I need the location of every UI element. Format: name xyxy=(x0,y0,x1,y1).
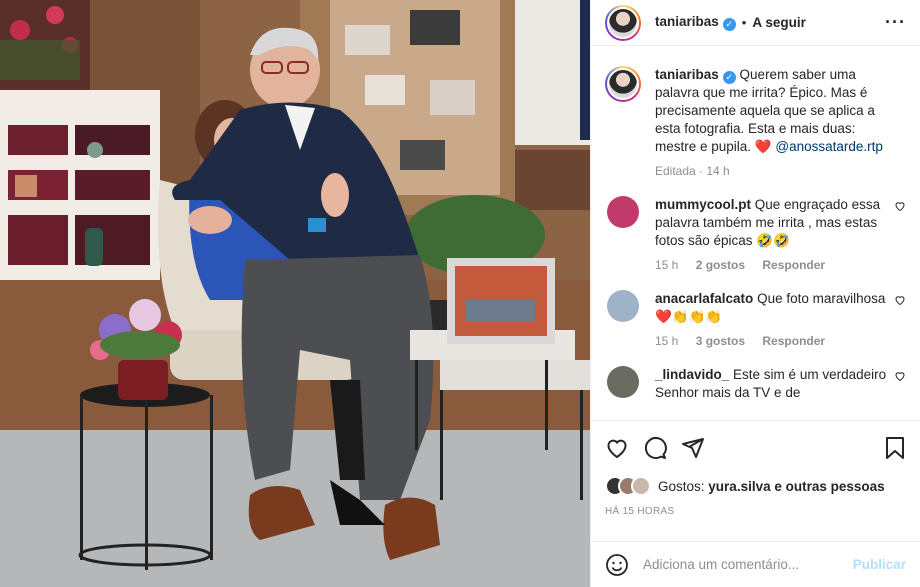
post-modal: taniaribas ✓ • A seguir ··· taniaribas ✓ Q… xyxy=(0,0,920,587)
author-username[interactable]: taniaribas ✓ xyxy=(655,14,736,31)
caption-meta: Editada · 14 h xyxy=(655,164,730,178)
caption-avatar[interactable] xyxy=(605,66,641,102)
more-options-icon[interactable]: ··· xyxy=(885,12,906,33)
comment-heart-icon[interactable] xyxy=(894,200,906,212)
comment-heart-icon[interactable] xyxy=(894,370,906,382)
liker-avatar[interactable] xyxy=(631,476,651,496)
post-photo[interactable] xyxy=(0,0,590,587)
comment-username[interactable]: anacarlafalcato xyxy=(655,291,753,306)
likes-prefix: Gostos: xyxy=(658,478,705,494)
edited-label: Editada xyxy=(655,164,696,178)
post-caption: taniaribas ✓ Querem saber uma palavra que… xyxy=(605,54,906,180)
caption-mention[interactable]: @anossatarde.rtp xyxy=(775,139,883,154)
likes-summary: Gostos: yura.silva e outras pessoas xyxy=(605,476,906,496)
post-timestamp[interactable]: HÁ 15 HORAS xyxy=(605,506,906,517)
verified-badge-icon: ✓ xyxy=(722,71,736,84)
comment-time[interactable]: 15 h xyxy=(655,334,678,348)
comment-icon[interactable] xyxy=(643,436,667,460)
publish-button[interactable]: Publicar xyxy=(853,557,906,572)
action-icons xyxy=(605,435,906,461)
post-image xyxy=(0,0,590,587)
comment-input[interactable]: Adiciona um comentário... xyxy=(643,557,853,572)
edited-time[interactable]: 14 h xyxy=(706,164,729,178)
caption-username[interactable]: taniaribas xyxy=(655,67,719,82)
comment-item: mummycool.pt Que engraçado essa palavra … xyxy=(605,196,906,274)
comment-avatar[interactable] xyxy=(607,196,639,228)
reply-button[interactable]: Responder xyxy=(762,258,825,272)
comment-item: _lindavido_ Este sim é um verdadeiro Sen… xyxy=(605,366,906,402)
author-avatar[interactable] xyxy=(605,4,641,41)
follow-button[interactable]: A seguir xyxy=(752,15,806,30)
comment-likes[interactable]: 3 gostos xyxy=(696,334,745,348)
save-icon[interactable] xyxy=(884,436,906,460)
post-sidebar: taniaribas ✓ • A seguir ··· taniaribas ✓ Q… xyxy=(590,0,920,587)
heart-icon[interactable] xyxy=(605,436,629,460)
post-actions: Gostos: yura.silva e outras pessoas HÁ 1… xyxy=(591,420,920,517)
add-comment-bar: Adiciona um comentário... Publicar xyxy=(591,541,920,587)
author-username-text[interactable]: taniaribas xyxy=(655,14,719,29)
emoji-icon[interactable] xyxy=(605,553,629,577)
comment-avatar[interactable] xyxy=(607,366,639,398)
comment-meta: 15 h 3 gostos Responder xyxy=(655,332,895,350)
comments-list[interactable]: taniaribas ✓ Querem saber uma palavra que… xyxy=(591,54,920,419)
comment-item: anacarlafalcato Que foto maravilhosa❤️👏👏… xyxy=(605,290,906,350)
comment-username[interactable]: mummycool.pt xyxy=(655,197,751,212)
comment-username[interactable]: _lindavido_ xyxy=(655,367,729,382)
comment-likes[interactable]: 2 gostos xyxy=(696,258,745,272)
verified-badge-icon: ✓ xyxy=(722,18,736,31)
share-icon[interactable] xyxy=(681,436,705,460)
comment-heart-icon[interactable] xyxy=(894,294,906,306)
reply-button[interactable]: Responder xyxy=(762,334,825,348)
comment-meta: 15 h 2 gostos Responder xyxy=(655,256,895,274)
heart-emoji: ❤️ xyxy=(754,139,772,154)
comment-time[interactable]: 15 h xyxy=(655,258,678,272)
comment-avatar[interactable] xyxy=(607,290,639,322)
separator-dot: • xyxy=(741,15,747,30)
likes-users-link[interactable]: yura.silva e outras pessoas xyxy=(708,479,884,494)
post-header: taniaribas ✓ • A seguir ··· xyxy=(591,0,920,46)
